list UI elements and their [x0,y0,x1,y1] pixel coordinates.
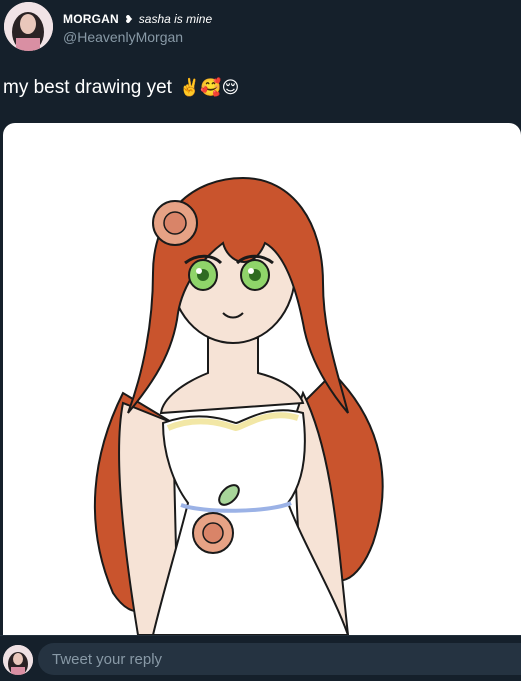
display-name-suffix: sasha is mine [138,12,213,26]
reply-avatar[interactable] [3,645,33,675]
user-avatar[interactable] [4,2,53,51]
heart-arrow-icon: ❥ [124,14,134,26]
drawing-illustration [93,176,384,635]
tweet-header: MORGAN ❥ sasha is mine @HeavenlyMorgan [0,0,521,64]
reply-input[interactable] [38,643,521,675]
tweet-media-image[interactable] [3,123,521,635]
tweet-body: my best drawing yet [3,77,172,98]
user-handle[interactable]: @HeavenlyMorgan [63,29,183,45]
name-line[interactable]: MORGAN ❥ sasha is mine [63,12,212,27]
tweet-text: my best drawing yet ✌️🥰😌 [3,77,239,99]
tweet-emojis: ✌️🥰😌 [179,78,240,97]
display-name[interactable]: MORGAN [63,12,119,26]
reply-bar [0,635,521,681]
